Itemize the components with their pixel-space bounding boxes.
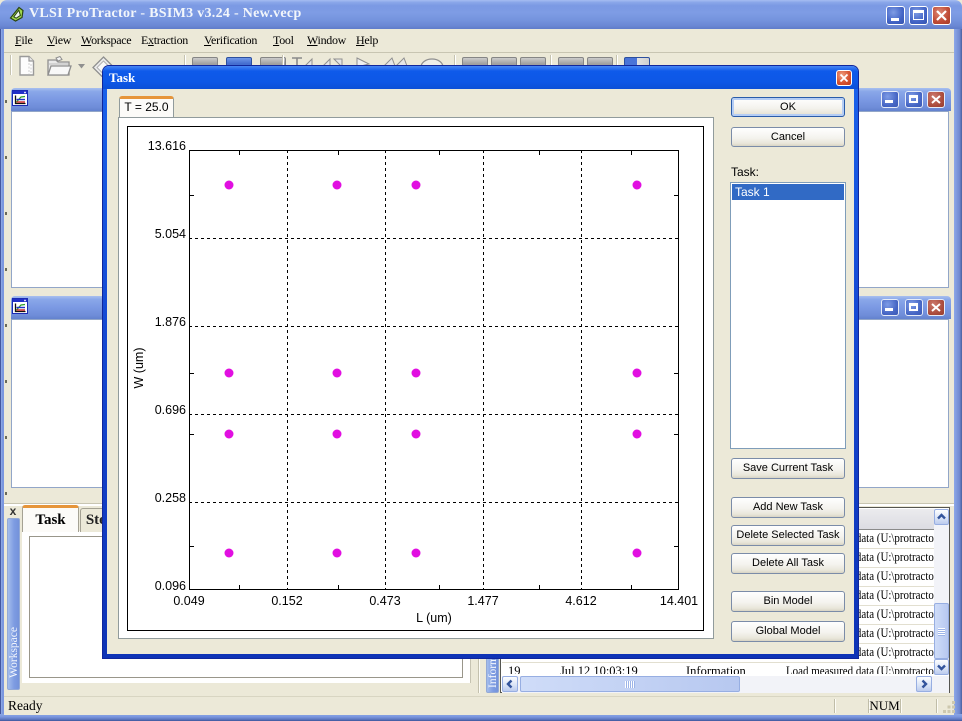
svg-text:0.049: 0.049 (173, 594, 204, 608)
svg-text:0.696: 0.696 (155, 403, 186, 417)
svg-text:W (um): W (um) (132, 348, 146, 389)
svg-text:13.616: 13.616 (148, 139, 186, 153)
svg-text:0.258: 0.258 (155, 491, 186, 505)
svg-text:5.054: 5.054 (155, 227, 186, 241)
svg-text:1.876: 1.876 (155, 315, 186, 329)
svg-text:14.401: 14.401 (660, 594, 698, 608)
svg-text:1.477: 1.477 (467, 594, 498, 608)
svg-text:0.096: 0.096 (155, 579, 186, 593)
svg-text:4.612: 4.612 (565, 594, 596, 608)
svg-text:0.152: 0.152 (271, 594, 302, 608)
svg-text:0.473: 0.473 (369, 594, 400, 608)
svg-text:L (um): L (um) (416, 611, 452, 625)
